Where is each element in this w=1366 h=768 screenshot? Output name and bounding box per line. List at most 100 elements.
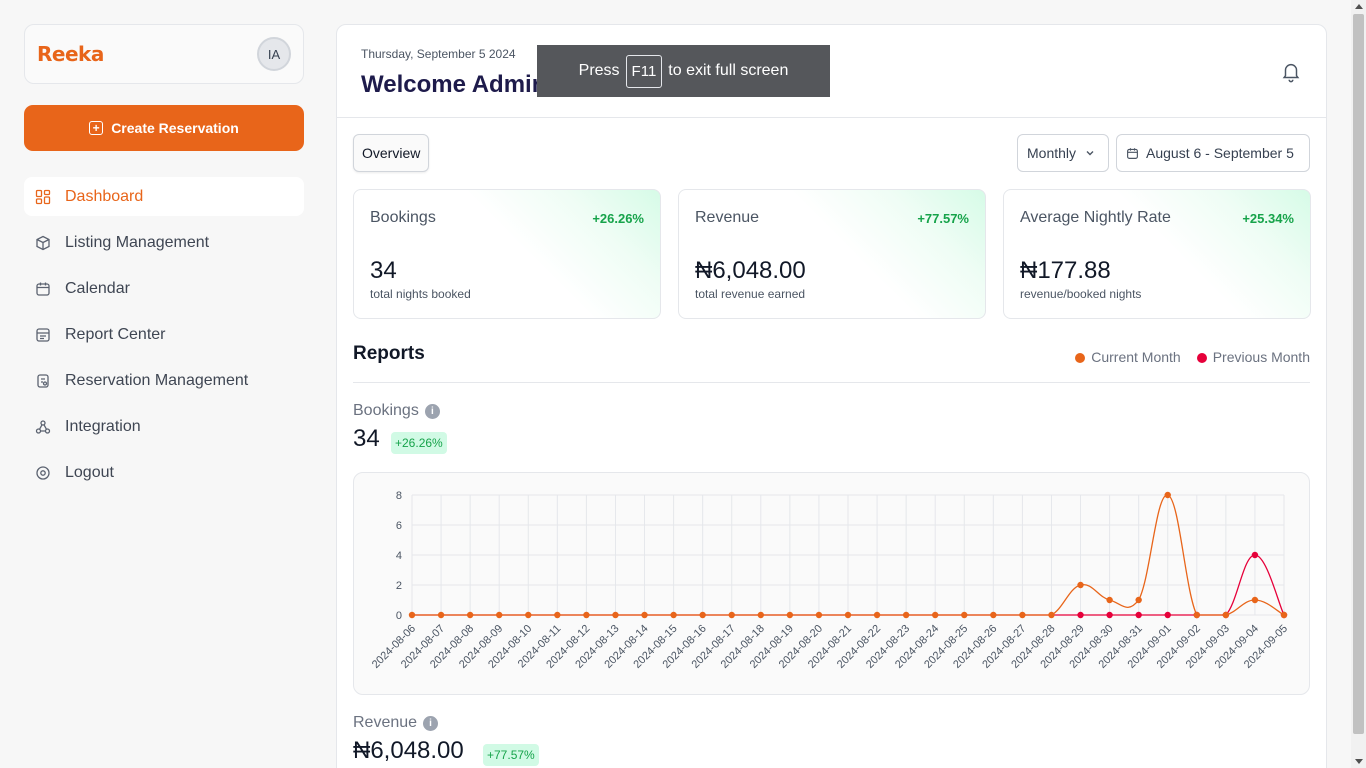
data-point-current <box>641 611 648 619</box>
brand-logo[interactable]: Reeka <box>37 42 104 66</box>
data-point-previous <box>1106 611 1113 619</box>
data-point-previous <box>1135 611 1142 619</box>
legend-label: Previous Month <box>1212 349 1310 365</box>
data-point-current <box>844 611 852 619</box>
data-point-current <box>583 611 590 619</box>
card-subtitle: revenue/booked nights <box>1020 287 1142 301</box>
data-point-current <box>699 611 706 619</box>
period-select-value: Monthly <box>1027 145 1077 161</box>
data-point-current <box>873 611 881 619</box>
bookings-chart: 0 2 4 6 8 2024-08-06 2024-08-07 2024-08-08 2024-… <box>353 472 1310 695</box>
sidebar-item-label: Dashboard <box>65 187 144 205</box>
logout-icon <box>34 464 51 481</box>
y-tick-label: 6 <box>396 520 402 532</box>
metric-label: Bookings <box>353 402 419 419</box>
revenue-change-badge: +77.57% <box>483 744 539 766</box>
sidebar-item-report-center[interactable]: Report Center <box>24 315 304 354</box>
sidebar-item-reservation-management[interactable]: Reservation Management <box>24 361 304 400</box>
data-point-previous <box>1251 551 1259 559</box>
info-icon[interactable]: i <box>424 403 440 419</box>
data-point-current <box>496 611 503 619</box>
data-point-previous <box>1164 611 1171 619</box>
sidebar: Reeka IA + Create Reservation Dashboard … <box>24 24 304 499</box>
current-date: Thursday, September 5 2024 <box>361 47 516 61</box>
data-point-current <box>437 611 445 619</box>
sidebar-item-integration[interactable]: Integration <box>24 407 304 446</box>
bookings-change-badge: +26.26% <box>391 432 447 454</box>
data-point-current <box>554 611 561 619</box>
avatar[interactable]: IA <box>257 37 291 71</box>
sidebar-item-label: Logout <box>65 463 114 481</box>
card-change: +77.57% <box>917 211 969 226</box>
toast-text-before: Press <box>578 62 620 79</box>
data-point-current <box>1048 611 1055 619</box>
info-icon[interactable]: i <box>423 715 439 731</box>
brand-card: Reeka IA <box>24 24 304 84</box>
card-value: 34 <box>370 257 397 284</box>
legend-item-previous[interactable]: Previous Month <box>1196 349 1310 365</box>
scroll-thumb[interactable] <box>1353 14 1364 734</box>
revenue-card: Revenue +77.57% ₦6,048.00 total revenue … <box>678 189 986 319</box>
data-point-current <box>408 611 416 619</box>
reports-header: Reports Current Month Previous Month <box>353 343 1310 383</box>
data-point-current <box>1222 611 1230 619</box>
legend-label: Current Month <box>1091 349 1181 365</box>
sidebar-item-listing-management[interactable]: Listing Management <box>24 223 304 262</box>
card-value: ₦177.88 <box>1020 257 1111 284</box>
sidebar-item-label: Calendar <box>65 279 130 297</box>
legend-dot <box>1196 353 1207 363</box>
data-point-current <box>990 611 997 619</box>
data-point-current <box>1280 611 1288 619</box>
scroll-down-arrow[interactable] <box>1355 759 1363 764</box>
data-point-current <box>932 611 939 619</box>
data-point-current <box>902 611 910 619</box>
create-reservation-button[interactable]: + Create Reservation <box>24 105 304 151</box>
data-point-current <box>728 611 735 619</box>
page-title: Welcome Admin <box>361 71 547 98</box>
legend-dot <box>1075 353 1086 363</box>
sidebar-nav: Dashboard Listing Management Calendar Re… <box>24 177 304 492</box>
date-range-value: August 6 - September 5 <box>1146 145 1294 161</box>
page-scrollbar[interactable] <box>1351 0 1366 768</box>
create-reservation-label: Create Reservation <box>111 120 239 136</box>
toast-text-after: to exit full screen <box>668 62 789 79</box>
sidebar-item-logout[interactable]: Logout <box>24 453 304 492</box>
integration-icon <box>34 418 51 435</box>
period-select[interactable]: Monthly <box>1017 134 1109 172</box>
bookings-metric-value: 34 <box>353 425 380 452</box>
bell-icon[interactable] <box>1280 61 1302 83</box>
y-tick-label: 2 <box>396 580 402 592</box>
sidebar-item-calendar[interactable]: Calendar <box>24 269 304 308</box>
page-header: Thursday, September 5 2024 Welcome Admin… <box>337 25 1326 118</box>
sidebar-item-dashboard[interactable]: Dashboard <box>24 177 304 216</box>
card-change: +25.34% <box>1242 211 1294 226</box>
y-tick-label: 8 <box>396 490 402 502</box>
metric-label: Revenue <box>353 714 418 731</box>
data-point-current <box>670 611 677 619</box>
y-tick-label: 4 <box>396 550 402 562</box>
date-range-picker[interactable]: August 6 - September 5 <box>1116 134 1310 172</box>
data-point-current <box>1019 611 1026 619</box>
data-point-current <box>466 611 474 619</box>
bookings-card: Bookings +26.26% 34 total nights booked <box>353 189 661 319</box>
y-tick-label: 0 <box>396 610 402 622</box>
data-point-current <box>1106 596 1113 604</box>
data-point-current <box>786 611 794 619</box>
scroll-up-arrow[interactable] <box>1355 4 1363 9</box>
legend-item-current[interactable]: Current Month <box>1075 349 1181 365</box>
data-point-current <box>961 611 968 619</box>
plus-icon: + <box>89 121 104 135</box>
card-subtitle: total nights booked <box>370 287 471 301</box>
sidebar-item-label: Listing Management <box>65 233 210 251</box>
data-point-current <box>525 611 532 619</box>
sidebar-item-label: Integration <box>65 417 141 435</box>
summary-cards: Bookings +26.26% 34 total nights booked … <box>353 189 1311 319</box>
main-panel: Thursday, September 5 2024 Welcome Admin… <box>336 24 1327 768</box>
tab-overview[interactable]: Overview <box>353 134 430 172</box>
calendar-icon <box>34 280 51 297</box>
data-point-current <box>1077 581 1084 589</box>
revenue-metric-label: Revenue i <box>353 714 439 732</box>
reservation-icon <box>34 372 51 389</box>
data-point-current <box>815 611 823 619</box>
card-subtitle: total revenue earned <box>695 287 806 301</box>
